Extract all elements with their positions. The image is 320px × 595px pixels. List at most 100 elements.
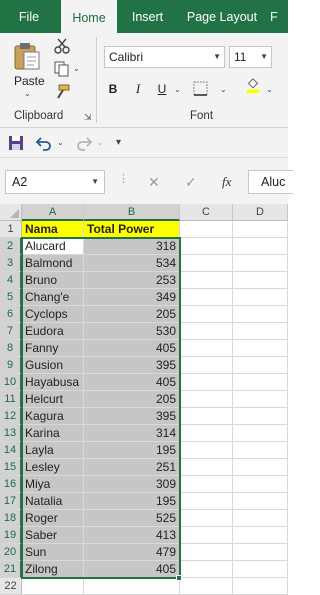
cell-empty[interactable] [180,357,233,374]
cell-name[interactable]: Gusion [22,357,84,374]
cell-empty[interactable] [233,459,288,476]
bold-button[interactable]: B [106,78,120,100]
cell-empty[interactable] [180,459,233,476]
save-icon[interactable] [8,135,24,151]
cell-empty[interactable] [233,374,288,391]
format-painter-icon[interactable] [53,84,71,100]
redo-icon[interactable] [75,135,93,151]
fill-color-dropdown-icon[interactable]: ⌄ [266,85,273,94]
row-header[interactable]: 22 [0,578,22,595]
cell-total-power[interactable]: 405 [84,374,180,391]
cell-empty[interactable] [233,476,288,493]
column-header-a[interactable]: A [22,204,84,221]
cell-empty[interactable] [180,442,233,459]
cell-name[interactable]: Hayabusa [22,374,84,391]
row-header[interactable]: 19 [0,527,22,544]
cell-empty[interactable] [180,561,233,578]
row-header[interactable]: 13 [0,425,22,442]
cell-total-power[interactable]: 479 [84,544,180,561]
row-header[interactable]: 10 [0,374,22,391]
cell-name[interactable]: Chang'e [22,289,84,306]
cell-name[interactable]: Fanny [22,340,84,357]
cell-name[interactable]: Natalia [22,493,84,510]
cell-empty[interactable] [180,476,233,493]
cell-empty[interactable] [233,238,288,255]
cell-name[interactable]: Helcurt [22,391,84,408]
chevron-down-icon[interactable]: ▼ [260,47,268,67]
cell-empty[interactable] [233,561,288,578]
cell-name[interactable]: Sun [22,544,84,561]
cell-name[interactable]: Bruno [22,272,84,289]
row-header[interactable]: 1 [0,221,22,238]
row-header[interactable]: 14 [0,442,22,459]
cell-empty[interactable] [180,340,233,357]
cell-empty[interactable] [180,238,233,255]
cell-empty[interactable] [180,374,233,391]
cell-empty[interactable] [233,289,288,306]
cell-name[interactable]: Eudora [22,323,84,340]
cell-empty[interactable] [233,272,288,289]
cell-total-power[interactable]: 395 [84,357,180,374]
row-header[interactable]: 5 [0,289,22,306]
tab-formulas[interactable]: F [270,0,288,33]
cell-empty[interactable] [233,408,288,425]
copy-dropdown-icon[interactable]: ⌄ [73,64,80,73]
cell-empty[interactable] [180,255,233,272]
paste-dropdown-icon[interactable]: ⌄ [24,89,31,98]
underline-dropdown-icon[interactable]: ⌄ [174,85,181,94]
font-size-select[interactable]: 11 ▼ [229,46,272,68]
splitter-icon[interactable]: ⋮ [118,172,129,185]
row-header[interactable]: 7 [0,323,22,340]
row-header[interactable]: 8 [0,340,22,357]
cell-total-power[interactable]: 309 [84,476,180,493]
paste-icon[interactable] [13,41,41,71]
cell-empty[interactable] [233,357,288,374]
borders-dropdown-icon[interactable]: ⌄ [220,85,227,94]
row-header[interactable]: 18 [0,510,22,527]
cell-total-power[interactable]: 195 [84,493,180,510]
cell-name[interactable]: Karina [22,425,84,442]
cell-empty[interactable] [233,578,288,595]
cell-empty[interactable] [233,255,288,272]
cell-empty[interactable] [180,323,233,340]
row-header[interactable]: 11 [0,391,22,408]
row-header[interactable]: 12 [0,408,22,425]
cell-total-power[interactable]: 534 [84,255,180,272]
cell-empty[interactable] [233,527,288,544]
undo-icon[interactable] [35,135,53,151]
column-header-b[interactable]: B [84,204,180,221]
cell-empty[interactable] [180,527,233,544]
cell-total-power[interactable]: 405 [84,340,180,357]
enter-icon[interactable]: ✓ [185,170,197,194]
row-header[interactable]: 9 [0,357,22,374]
cell-total-power[interactable]: 314 [84,425,180,442]
cell-name[interactable]: Lesley [22,459,84,476]
cell-empty[interactable] [180,391,233,408]
cell-total-power[interactable]: 195 [84,442,180,459]
undo-dropdown-icon[interactable]: ⌄ [57,138,64,147]
font-name-select[interactable]: Calibri ▼ [104,46,225,68]
row-header[interactable]: 4 [0,272,22,289]
cell-empty[interactable] [180,544,233,561]
cell-empty[interactable] [233,340,288,357]
cell-empty[interactable] [233,391,288,408]
cell-name[interactable]: Roger [22,510,84,527]
copy-icon[interactable] [53,61,71,77]
cell-name[interactable]: Layla [22,442,84,459]
cell-empty[interactable] [180,272,233,289]
cell-name[interactable]: Saber [22,527,84,544]
row-header[interactable]: 6 [0,306,22,323]
name-box[interactable]: A2 ▼ [5,170,105,194]
cut-icon[interactable] [53,38,71,54]
cell-name[interactable]: Miya [22,476,84,493]
customize-toolbar-icon[interactable]: ▾ [116,137,121,148]
cell-empty[interactable] [233,306,288,323]
tab-insert[interactable]: Insert [120,0,175,33]
cell-empty[interactable] [180,289,233,306]
cell-empty[interactable] [233,510,288,527]
fill-handle[interactable] [176,575,182,581]
row-header[interactable]: 20 [0,544,22,561]
cell-empty[interactable] [233,442,288,459]
chevron-down-icon[interactable]: ▼ [91,171,99,193]
cell-empty[interactable] [233,544,288,561]
